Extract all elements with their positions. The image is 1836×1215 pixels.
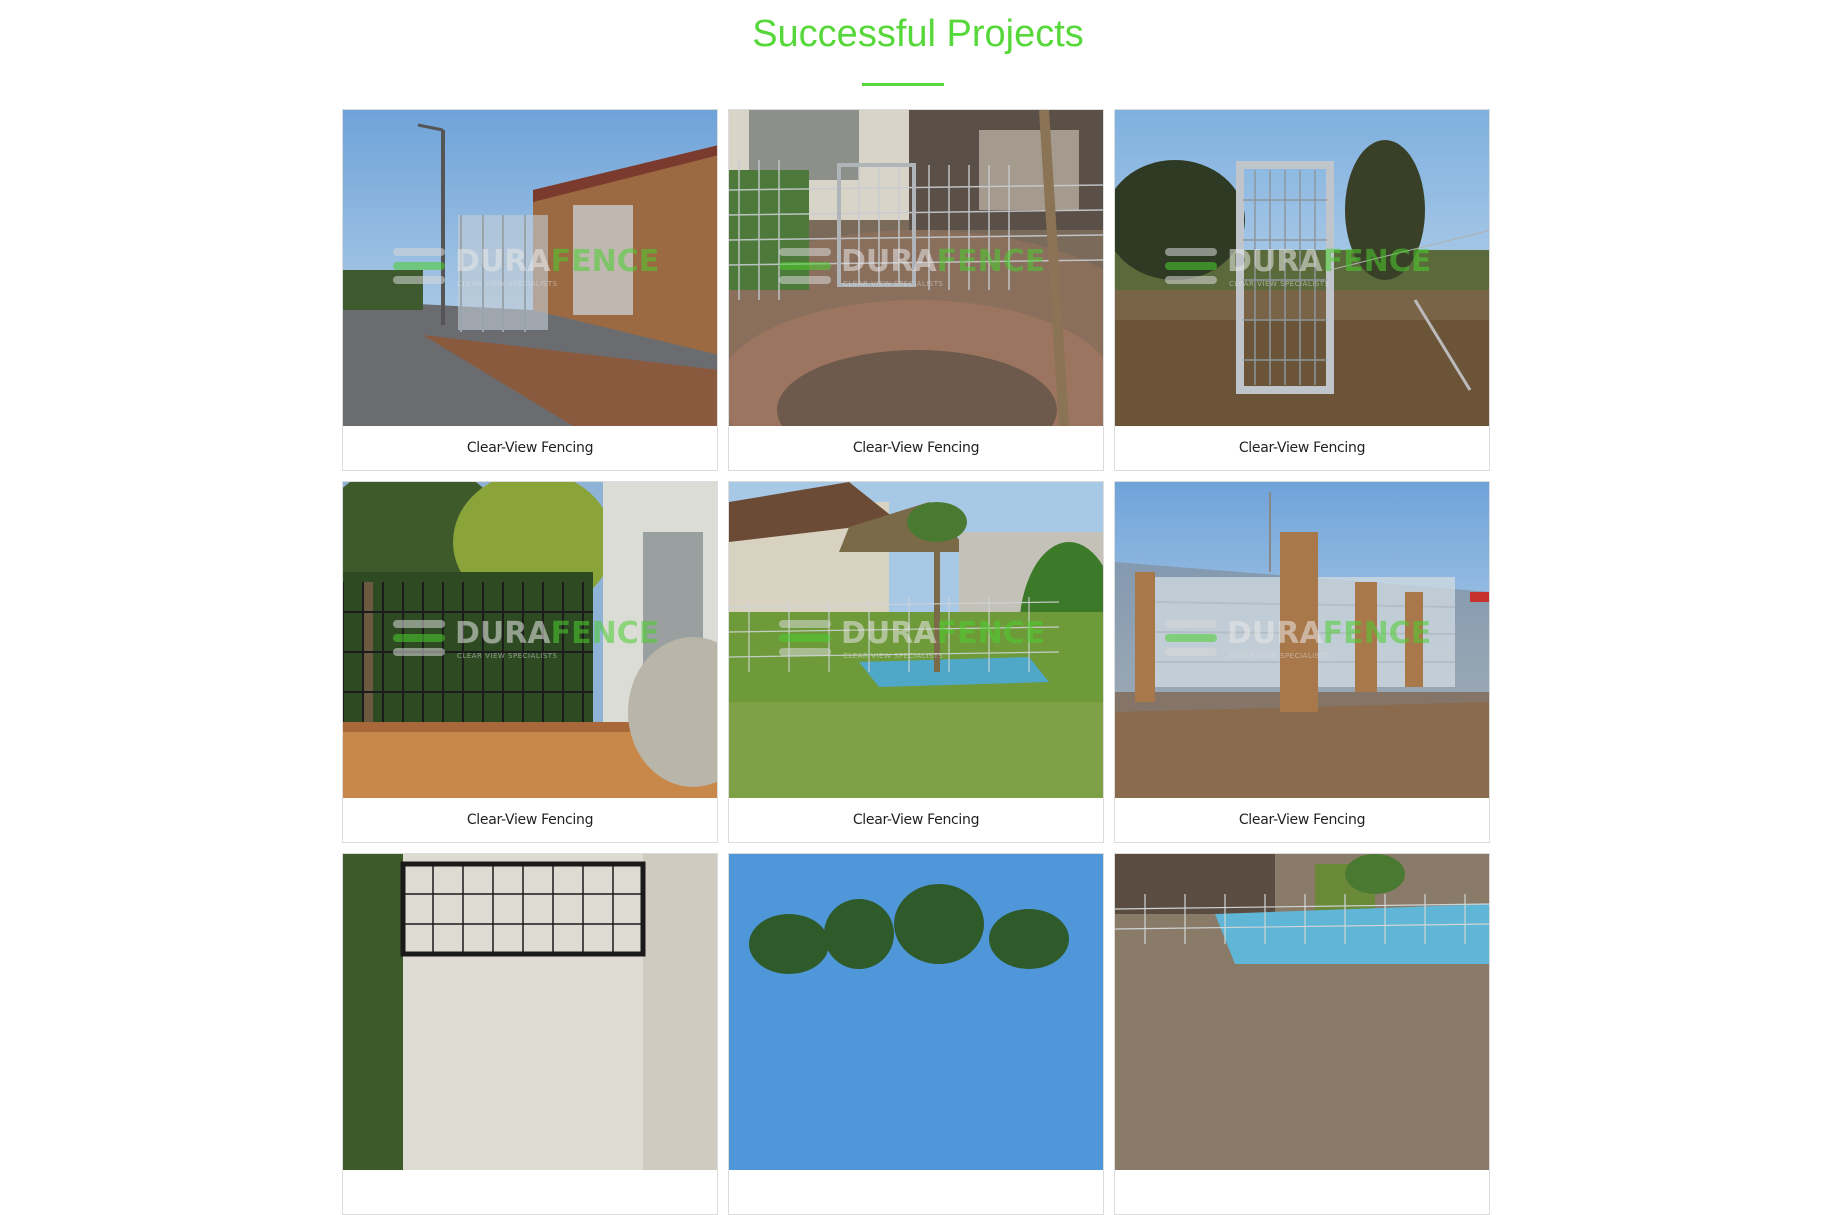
project-caption[interactable]: Clear-View Fencing (1115, 798, 1489, 842)
project-photo[interactable]: DURAFENCE CLEAR VIEW SPECIALISTS (1115, 110, 1489, 426)
project-caption[interactable]: Clear-View Fencing (343, 426, 717, 470)
watermark-brand-part1: DURA (841, 244, 937, 279)
durafence-watermark: DURAFENCE CLEAR VIEW SPECIALISTS (393, 612, 683, 672)
project-photo[interactable]: DURAFENCE CLEAR VIEW SPECIALISTS (343, 482, 717, 798)
watermark-brand-part1: DURA (841, 616, 937, 651)
project-photo[interactable] (343, 854, 717, 1170)
watermark-tagline: CLEAR VIEW SPECIALISTS (457, 280, 558, 288)
project-card[interactable] (1114, 853, 1490, 1215)
durafence-watermark: DURAFENCE CLEAR VIEW SPECIALISTS (393, 240, 683, 300)
watermark-brand-part2: FENCE (550, 244, 660, 279)
watermark-brand-part1: DURA (455, 244, 551, 279)
project-photo[interactable]: DURAFENCE CLEAR VIEW SPECIALISTS (1115, 482, 1489, 798)
watermark-brand-part2: FENCE (936, 244, 1046, 279)
watermark-tagline: CLEAR VIEW SPECIALISTS (1229, 280, 1330, 288)
section-title: Successful Projects (752, 13, 1084, 55)
watermark-brand-part1: DURA (1227, 244, 1323, 279)
project-card[interactable] (342, 853, 718, 1215)
watermark-tagline: CLEAR VIEW SPECIALISTS (457, 652, 558, 660)
project-card[interactable]: DURAFENCE CLEAR VIEW SPECIALISTS Clear-V… (342, 109, 718, 471)
project-caption[interactable] (343, 1170, 717, 1214)
project-caption[interactable]: Clear-View Fencing (729, 798, 1103, 842)
watermark-brand-part2: FENCE (550, 616, 660, 651)
watermark-brand-part1: DURA (1227, 616, 1323, 651)
project-photo[interactable] (729, 854, 1103, 1170)
project-card[interactable]: DURAFENCE CLEAR VIEW SPECIALISTS Clear-V… (1114, 109, 1490, 471)
watermark-brand-part1: DURA (455, 616, 551, 651)
project-caption[interactable]: Clear-View Fencing (1115, 426, 1489, 470)
watermark-tagline: CLEAR VIEW SPECIALISTS (843, 280, 944, 288)
project-card[interactable]: DURAFENCE CLEAR VIEW SPECIALISTS Clear-V… (728, 109, 1104, 471)
watermark-brand-part2: FENCE (936, 616, 1046, 651)
project-photo[interactable]: DURAFENCE CLEAR VIEW SPECIALISTS (729, 110, 1103, 426)
project-photo[interactable] (1115, 854, 1489, 1170)
project-caption[interactable]: Clear-View Fencing (729, 426, 1103, 470)
durafence-watermark: DURAFENCE CLEAR VIEW SPECIALISTS (1165, 612, 1455, 672)
project-caption[interactable]: Clear-View Fencing (343, 798, 717, 842)
watermark-brand-part2: FENCE (1322, 244, 1432, 279)
project-card[interactable] (728, 853, 1104, 1215)
watermark-tagline: CLEAR VIEW SPECIALISTS (843, 652, 944, 660)
project-photo[interactable]: DURAFENCE CLEAR VIEW SPECIALISTS (729, 482, 1103, 798)
durafence-watermark: DURAFENCE CLEAR VIEW SPECIALISTS (1165, 240, 1455, 300)
project-photo[interactable]: DURAFENCE CLEAR VIEW SPECIALISTS (343, 110, 717, 426)
project-card[interactable]: DURAFENCE CLEAR VIEW SPECIALISTS Clear-V… (342, 481, 718, 843)
project-card[interactable]: DURAFENCE CLEAR VIEW SPECIALISTS Clear-V… (728, 481, 1104, 843)
watermark-brand-part2: FENCE (1322, 616, 1432, 651)
project-caption[interactable] (729, 1170, 1103, 1214)
title-underline (862, 83, 944, 86)
durafence-watermark: DURAFENCE CLEAR VIEW SPECIALISTS (779, 240, 1069, 300)
project-card[interactable]: DURAFENCE CLEAR VIEW SPECIALISTS Clear-V… (1114, 481, 1490, 843)
durafence-watermark: DURAFENCE CLEAR VIEW SPECIALISTS (779, 612, 1069, 672)
watermark-tagline: CLEAR VIEW SPECIALISTS (1229, 652, 1330, 660)
project-caption[interactable] (1115, 1170, 1489, 1214)
